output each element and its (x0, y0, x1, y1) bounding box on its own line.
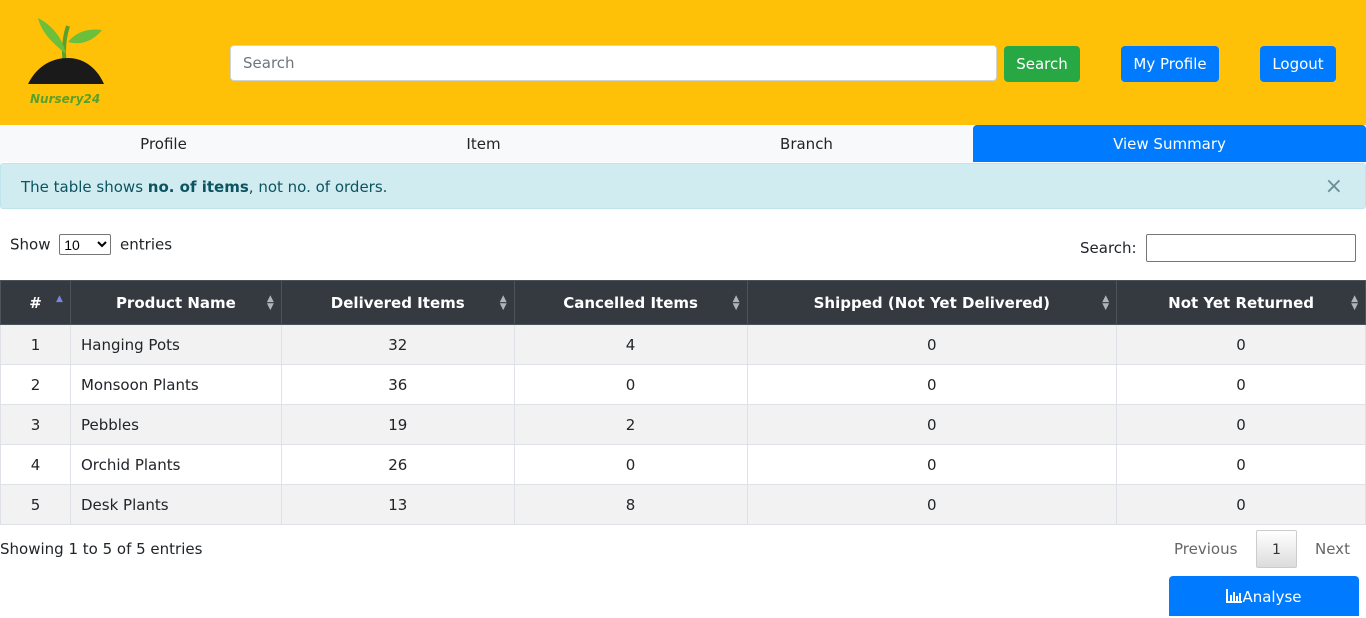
cell-product-name: Orchid Plants (69, 444, 282, 485)
cell-not-returned: 0 (1116, 364, 1366, 405)
summary-table: # ▲ Product Name ▲ ▼ Delivered Items ▲ ▼ Canc… (0, 280, 1366, 525)
cell-shipped: 0 (746, 444, 1118, 485)
cell-cancelled: 0 (513, 364, 748, 405)
sort-icon: ▲ ▼ (266, 294, 274, 312)
col-header-shipped[interactable]: Shipped (Not Yet Delivered) ▲ ▼ (746, 280, 1118, 325)
alert-text-prefix: The table shows (21, 178, 148, 196)
cell-cancelled: 2 (513, 404, 748, 445)
cell-shipped: 0 (746, 484, 1118, 525)
col-header-not-returned[interactable]: Not Yet Returned ▲ ▼ (1116, 280, 1366, 325)
cell-product-name: Desk Plants (69, 484, 282, 525)
col-header-cancelled[interactable]: Cancelled Items ▲ ▼ (513, 280, 748, 325)
page-size-select[interactable]: 10 (59, 234, 112, 255)
analyse-button[interactable]: Analyse (1169, 576, 1359, 616)
table-row: 3 Pebbles 19 2 0 0 (0, 404, 1366, 445)
cell-cancelled: 8 (513, 484, 748, 525)
table-search-input[interactable] (1146, 234, 1356, 262)
table-row: 4 Orchid Plants 26 0 0 0 (0, 444, 1366, 485)
show-label: Show (10, 235, 51, 254)
col-header-number[interactable]: # ▲ (0, 280, 71, 325)
sort-icon: ▲ ▼ (1102, 294, 1110, 312)
cell-shipped: 0 (746, 364, 1118, 405)
search-input[interactable] (230, 45, 997, 81)
col-header-delivered[interactable]: Delivered Items ▲ ▼ (280, 280, 515, 325)
show-entries-control: Show 10 entries (10, 234, 172, 255)
info-alert: The table shows no. of items, not no. of… (0, 163, 1366, 209)
cell-not-returned: 0 (1116, 484, 1366, 525)
cell-number: 3 (0, 404, 71, 445)
brand-name: Nursery24 (30, 92, 101, 106)
my-profile-button[interactable]: My Profile (1121, 46, 1219, 82)
table-row: 1 Hanging Pots 32 4 0 0 (0, 324, 1366, 365)
sort-icon: ▲ ▼ (499, 294, 507, 312)
entries-label: entries (120, 235, 173, 254)
sort-icon: ▲ (56, 294, 63, 304)
col-header-product-name[interactable]: Product Name ▲ ▼ (69, 280, 282, 325)
cell-number: 4 (0, 444, 71, 485)
sort-icon: ▲ ▼ (732, 294, 740, 312)
cell-cancelled: 0 (513, 444, 748, 485)
cell-delivered: 36 (280, 364, 515, 405)
cell-number: 1 (0, 324, 71, 365)
analyse-label: Analyse (1242, 588, 1302, 606)
close-icon[interactable]: × (1325, 164, 1343, 210)
cell-shipped: 0 (746, 324, 1118, 365)
alert-text-bold: no. of items (147, 178, 249, 196)
header: Nursery24 Search My Profile Logout (0, 0, 1366, 125)
cell-product-name: Monsoon Plants (69, 364, 282, 405)
bar-chart-icon (1226, 589, 1243, 603)
search-button[interactable]: Search (1004, 46, 1080, 82)
table-row: 5 Desk Plants 13 8 0 0 (0, 484, 1366, 525)
cell-not-returned: 0 (1116, 324, 1366, 365)
tab-item[interactable]: Item (327, 125, 640, 162)
logout-button[interactable]: Logout (1260, 46, 1336, 82)
cell-delivered: 13 (280, 484, 515, 525)
pagination-page-1[interactable]: 1 (1256, 530, 1297, 568)
table-header-row: # ▲ Product Name ▲ ▼ Delivered Items ▲ ▼ Canc… (0, 280, 1366, 325)
cell-number: 5 (0, 484, 71, 525)
cell-product-name: Pebbles (69, 404, 282, 445)
cell-cancelled: 4 (513, 324, 748, 365)
tab-profile[interactable]: Profile (0, 125, 327, 162)
table-search-label: Search: (1080, 239, 1137, 257)
cell-not-returned: 0 (1116, 404, 1366, 445)
pagination-previous[interactable]: Previous (1174, 540, 1237, 558)
cell-delivered: 26 (280, 444, 515, 485)
alert-text-suffix: , not no. of orders. (248, 178, 388, 196)
table-info: Showing 1 to 5 of 5 entries (0, 540, 203, 558)
cell-not-returned: 0 (1116, 444, 1366, 485)
tab-view-summary[interactable]: View Summary (973, 125, 1366, 162)
table-row: 2 Monsoon Plants 36 0 0 0 (0, 364, 1366, 405)
cell-product-name: Hanging Pots (69, 324, 282, 365)
main-nav: Profile Item Branch View Summary (0, 125, 1366, 162)
tab-branch[interactable]: Branch (640, 125, 973, 162)
table-search: Search: (1080, 234, 1356, 262)
sort-icon: ▲ ▼ (1351, 294, 1358, 312)
cell-delivered: 19 (280, 404, 515, 445)
cell-number: 2 (0, 364, 71, 405)
pagination-next[interactable]: Next (1315, 540, 1350, 558)
cell-shipped: 0 (746, 404, 1118, 445)
cell-delivered: 32 (280, 324, 515, 365)
